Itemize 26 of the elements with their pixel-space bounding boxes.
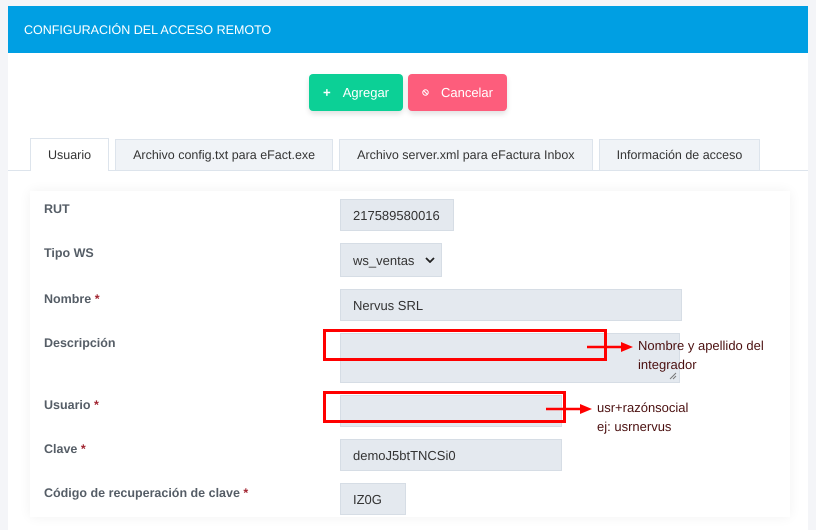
- tab[interactable]: Archivo config.txt para eFact.exe: [115, 139, 334, 170]
- arrow: [587, 342, 633, 352]
- field-label: Tipo WS: [44, 245, 95, 260]
- annotation-text: Nombre y apellido del integrador: [638, 337, 765, 374]
- input-field[interactable]: demoJ5btTNCSi0: [340, 439, 562, 471]
- field-label: Nombre *: [44, 291, 101, 306]
- input-field[interactable]: Nervus SRL: [340, 289, 682, 321]
- page-title: CONFIGURACIÓN DEL ACCESO REMOTO: [24, 22, 272, 36]
- dropdown[interactable]: ws_ventas: [340, 243, 442, 277]
- plus-icon: [323, 86, 331, 99]
- input-field[interactable]: 217589580016: [340, 199, 454, 231]
- tab[interactable]: Información de acceso: [598, 139, 760, 170]
- field-label: RUT: [44, 201, 71, 216]
- field-label: Usuario *: [44, 397, 100, 412]
- annotation-text: usr+razónsocial: [597, 399, 690, 417]
- chevron-down-icon: [425, 257, 435, 263]
- arrow: [546, 404, 592, 414]
- input-field[interactable]: IZ0G: [340, 483, 406, 515]
- field-label: Código de recuperación de clave *: [44, 485, 250, 500]
- tab[interactable]: Archivo server.xml para eFactura Inbox: [339, 139, 593, 170]
- annotation-text: ej: usrnervus: [597, 418, 672, 436]
- field-label: Descripción: [44, 335, 117, 350]
- tab[interactable]: Usuario: [30, 138, 110, 171]
- resize-grip-icon[interactable]: [669, 372, 677, 380]
- input-field[interactable]: [340, 395, 562, 427]
- field-label: Clave *: [44, 441, 87, 456]
